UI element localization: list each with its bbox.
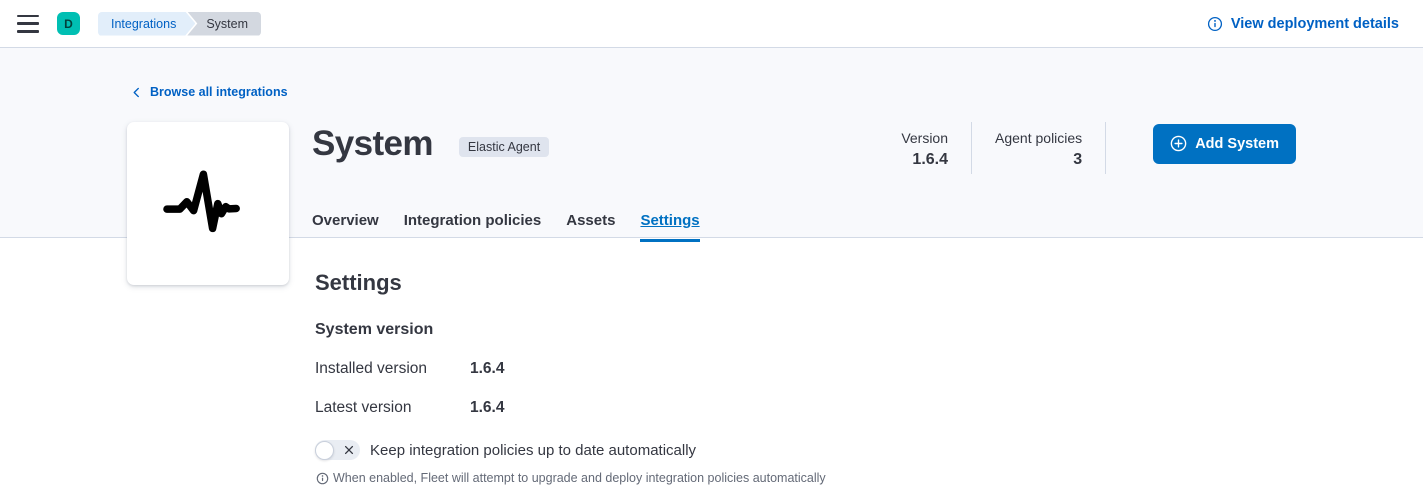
system-version-subheading: System version [315, 321, 1423, 339]
keep-policies-toggle-label[interactable]: Keep integration policies up to date aut… [370, 442, 696, 459]
settings-heading: Settings [315, 270, 1423, 296]
version-stat: Version 1.6.4 [901, 122, 948, 169]
vertical-divider [971, 122, 972, 174]
latest-version-row: Latest version 1.6.4 [315, 399, 1423, 417]
toggle-help-text: When enabled, Fleet will attempt to upgr… [333, 471, 826, 485]
add-system-button-label: Add System [1195, 136, 1279, 152]
breadcrumb-integrations[interactable]: Integrations [98, 12, 195, 36]
latest-version-label: Latest version [315, 399, 470, 417]
integration-tabs: Overview Integration policies Assets Set… [312, 212, 901, 242]
installed-version-row: Installed version 1.6.4 [315, 360, 1423, 378]
plus-circle-icon [1170, 135, 1187, 152]
browse-all-integrations-link[interactable]: Browse all integrations [130, 84, 288, 100]
info-circle-icon [316, 471, 329, 485]
menu-icon[interactable] [17, 15, 39, 33]
integration-header: Browse all integrations System Elastic A… [0, 48, 1423, 238]
toggle-help-text-row: When enabled, Fleet will attempt to upgr… [316, 471, 1423, 485]
latest-version-value: 1.6.4 [470, 399, 504, 417]
keep-policies-up-to-date-toggle[interactable] [315, 440, 360, 460]
browse-all-integrations-label: Browse all integrations [150, 85, 288, 99]
add-system-button[interactable]: Add System [1153, 124, 1296, 164]
top-navigation-bar: D Integrations System View deployment de… [0, 0, 1423, 48]
tab-settings[interactable]: Settings [640, 212, 699, 242]
chevron-left-icon [130, 86, 143, 99]
tab-assets[interactable]: Assets [566, 212, 615, 242]
cross-icon [344, 445, 354, 455]
installed-version-label: Installed version [315, 360, 470, 378]
breadcrumb-system: System [187, 12, 261, 36]
tab-integration-policies[interactable]: Integration policies [404, 212, 542, 242]
page-title: System [312, 124, 433, 164]
space-avatar[interactable]: D [57, 12, 80, 35]
breadcrumb: Integrations System [98, 12, 261, 36]
view-deployment-details-link[interactable]: View deployment details [1207, 16, 1399, 32]
agent-policies-stat: Agent policies 3 [995, 122, 1082, 169]
elastic-agent-badge: Elastic Agent [459, 137, 549, 157]
info-circle-icon [1207, 16, 1223, 32]
version-stat-label: Version [901, 130, 948, 146]
agent-policies-stat-value: 3 [995, 151, 1082, 169]
toggle-knob [315, 441, 334, 460]
view-deployment-details-label: View deployment details [1231, 16, 1399, 32]
agent-policies-stat-label: Agent policies [995, 130, 1082, 146]
version-stat-value: 1.6.4 [901, 151, 948, 169]
integration-logo-card [127, 122, 289, 285]
vertical-divider [1105, 122, 1106, 174]
system-pulse-icon [159, 154, 257, 252]
installed-version-value: 1.6.4 [470, 360, 504, 378]
tab-overview[interactable]: Overview [312, 212, 379, 242]
